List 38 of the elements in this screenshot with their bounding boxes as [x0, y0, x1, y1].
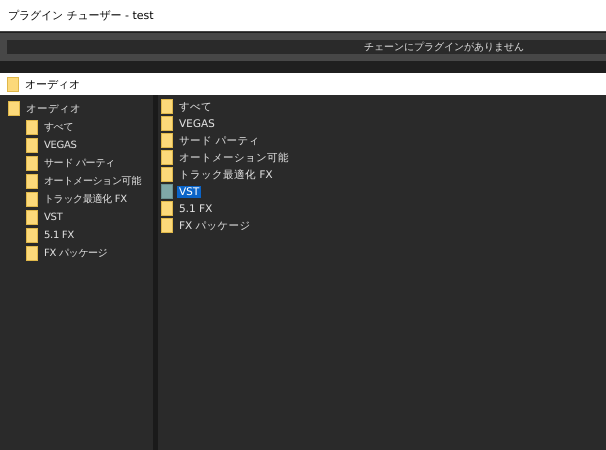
- tree-item[interactable]: 5.1 FX: [42, 230, 76, 240]
- folder-icon: [26, 210, 38, 224]
- folder-icon: [26, 138, 38, 152]
- tree-item[interactable]: トラック最適化 FX: [42, 192, 129, 206]
- folder-icon: [161, 99, 173, 114]
- folder-icon: [161, 218, 173, 233]
- folder-icon: [161, 184, 173, 199]
- chain-status-text: チェーンにプラグインがありません: [364, 40, 524, 54]
- tree-item[interactable]: サード パーティ: [42, 156, 117, 170]
- list-item[interactable]: トラック最適化 FX: [177, 168, 275, 182]
- folder-icon: [7, 76, 19, 92]
- list-item[interactable]: オートメーション可能: [177, 150, 291, 164]
- list-item[interactable]: VEGAS: [177, 118, 217, 130]
- tree-item[interactable]: すべて: [42, 120, 76, 134]
- tree-item[interactable]: オーディオ: [24, 102, 83, 116]
- tree-item[interactable]: VST: [42, 212, 64, 222]
- folder-icon: [161, 133, 173, 148]
- list-item[interactable]: サード パーティ: [177, 134, 262, 148]
- folder-icon: [26, 228, 38, 242]
- folder-icon: [26, 120, 38, 134]
- folder-icon: [161, 167, 173, 182]
- path-field[interactable]: オーディオ: [0, 73, 606, 95]
- folder-icon: [161, 116, 173, 131]
- folder-icon: [26, 192, 38, 206]
- folder-icon: [26, 156, 38, 170]
- folder-icon: [26, 246, 38, 260]
- list-item[interactable]: FX パッケージ: [177, 218, 253, 232]
- folder-icon: [26, 174, 38, 188]
- tree-item[interactable]: FX パッケージ: [42, 246, 110, 260]
- folder-icon: [8, 101, 20, 116]
- list-item[interactable]: 5.1 FX: [177, 202, 214, 214]
- list-item[interactable]: すべて: [177, 100, 214, 114]
- window-title: プラグイン チューザー - test: [8, 8, 154, 23]
- tree-item[interactable]: VEGAS: [42, 140, 79, 150]
- list-item[interactable]: VST: [177, 186, 202, 198]
- folder-icon: [161, 150, 173, 165]
- tree-item[interactable]: オートメーション可能: [42, 174, 144, 188]
- folder-icon: [161, 201, 173, 216]
